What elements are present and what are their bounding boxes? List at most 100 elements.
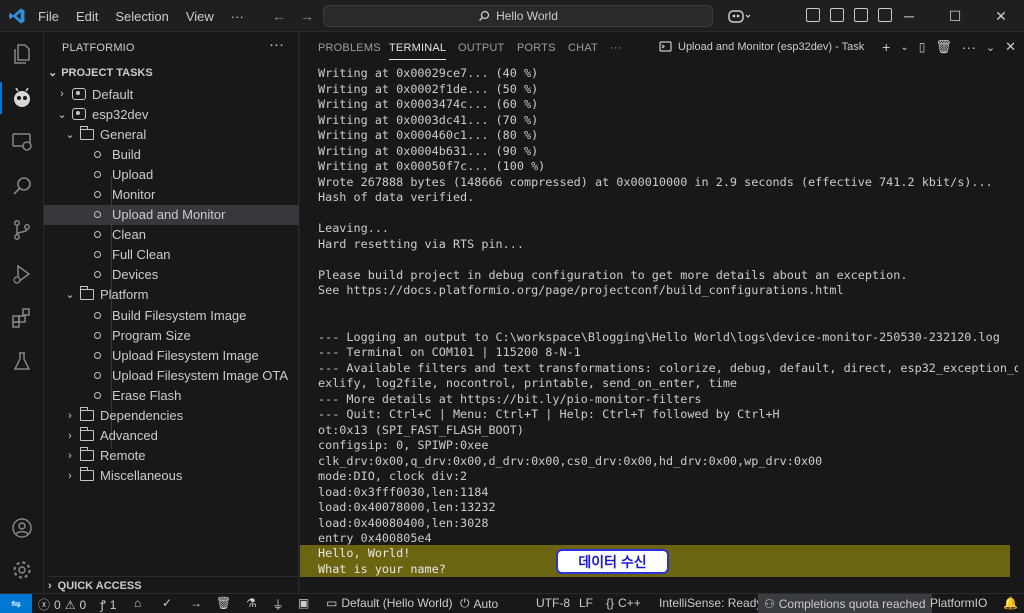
forward-arrow-icon[interactable]: → (300, 8, 314, 24)
source-control-icon[interactable] (0, 210, 44, 250)
project-tasks-header[interactable]: ⌄ PROJECT TASKS (48, 66, 153, 80)
language-selector[interactable]: {} C++ (606, 596, 641, 610)
env-selector[interactable]: ▭ Default (Hello World) (326, 596, 453, 610)
explorer-icon[interactable] (0, 34, 44, 74)
tab-terminal[interactable]: TERMINAL (389, 42, 447, 60)
command-center-search[interactable]: Hello World (323, 5, 713, 27)
quick-access-header[interactable]: › QUICK ACCESS (48, 576, 298, 593)
pio-monitor-icon[interactable]: ⏚ (272, 596, 284, 613)
run-debug-icon[interactable] (0, 254, 44, 294)
platformio-icon[interactable] (0, 78, 44, 118)
folder-item[interactable]: › Dependencies (44, 406, 299, 426)
copilot-icon[interactable] (726, 7, 752, 28)
task-item[interactable]: Build (44, 144, 299, 164)
circle-icon (94, 391, 101, 399)
tree-item-label: Default (92, 86, 134, 102)
folder-item[interactable]: ⌄ General (44, 124, 299, 144)
problems-status[interactable]: ⓧ 0 ⚠ 0 (38, 596, 86, 613)
port-selector[interactable]: ⏻ Auto (460, 596, 498, 611)
search-icon[interactable] (0, 166, 44, 206)
tab-output[interactable]: OUTPUT (458, 42, 504, 54)
pio-home-icon[interactable]: ⌂ (134, 596, 141, 610)
trash-icon[interactable]: 🗑 (935, 39, 952, 55)
task-item[interactable]: Upload (44, 164, 299, 184)
minimize-icon[interactable]: ─ (886, 0, 932, 32)
tab-ports[interactable]: PORTS (517, 42, 556, 54)
tree-item-label: General (100, 126, 147, 142)
encoding-selector[interactable]: UTF-8 (536, 596, 570, 610)
terminal-line: Writing at 0x0002f1de... (50 %) (318, 81, 539, 96)
notifications-bell-icon[interactable]: 🔔 (1003, 596, 1018, 610)
ports-icon: ꝭ (100, 598, 106, 612)
ports-status[interactable]: ꝭ1 (100, 596, 116, 613)
platformio-status[interactable]: PlatformIO (930, 596, 987, 610)
braces-icon: {} (606, 596, 615, 610)
pio-test-icon[interactable]: ⚗ (246, 596, 257, 610)
folder-item[interactable]: ⌄ Platform (44, 285, 299, 305)
task-item[interactable]: Upload Filesystem Image OTA (44, 365, 299, 385)
pio-terminal-icon[interactable]: ▣ (298, 596, 309, 610)
intellisense-status[interactable]: IntelliSense: Ready (659, 596, 762, 610)
task-item[interactable]: Build Filesystem Image (44, 305, 299, 325)
folder-item[interactable]: › Remote (44, 446, 299, 466)
chevron-down-icon[interactable]: ⌄ (900, 42, 908, 53)
remote-indicator-icon[interactable]: ⇋ (0, 594, 32, 613)
back-arrow-icon[interactable]: ← (272, 8, 286, 24)
env-item[interactable]: ⌄ esp32dev (44, 104, 299, 124)
circle-icon (94, 191, 101, 199)
pio-clean-icon[interactable]: 🗑 (216, 596, 231, 610)
tab-chat[interactable]: CHAT (568, 42, 598, 54)
task-item[interactable]: Monitor (44, 184, 299, 204)
terminal-task-selector[interactable]: Upload and Monitor (esp32dev) - Task (659, 40, 864, 53)
task-item[interactable]: Devices (44, 265, 299, 285)
chevron-down-icon: ⌄ (65, 289, 75, 302)
terminal-output[interactable]: Writing at 0x00029ce7... (40 %) Writing a… (318, 66, 1018, 547)
settings-gear-icon[interactable] (0, 550, 44, 590)
panel-actions: + ⌄ ▯ 🗑 ··· ⌄ ✕ (882, 39, 1016, 55)
task-item[interactable]: Full Clean (44, 245, 299, 265)
terminal-line: ot:0x13 (SPI_FAST_FLASH_BOOT) (318, 422, 524, 437)
toggle-primary-sidebar-icon[interactable] (806, 8, 820, 22)
menu-view[interactable]: View (186, 9, 223, 24)
panel-more-icon[interactable]: ··· (610, 42, 622, 54)
folder-item[interactable]: › Advanced (44, 426, 299, 446)
menu-selection[interactable]: Selection (115, 9, 177, 24)
quota-label: Completions quota reached (778, 597, 926, 611)
task-item[interactable]: Clean (44, 225, 299, 245)
pio-upload-icon[interactable]: → (190, 596, 202, 610)
received-data-lines: Hello, World! What is your name? (318, 546, 446, 577)
menu-more[interactable]: ··· (231, 9, 253, 24)
data-received-annotation: 데이터 수신 (556, 549, 669, 574)
task-item[interactable]: Upload and Monitor (44, 204, 299, 225)
chevron-right-icon: › (60, 88, 64, 101)
account-icon[interactable] (0, 508, 44, 548)
collapse-panel-icon[interactable]: ⌄ (986, 41, 995, 54)
pio-build-icon[interactable]: ✓ (162, 596, 172, 610)
task-item[interactable]: Erase Flash (44, 385, 299, 405)
extensions-icon[interactable] (0, 298, 44, 338)
tree-item-label: Build (112, 146, 141, 162)
menu-file[interactable]: File (38, 9, 68, 24)
toggle-secondary-sidebar-icon[interactable] (854, 8, 868, 22)
testing-flask-icon[interactable] (0, 342, 44, 382)
remote-explorer-icon[interactable] (0, 122, 44, 162)
copilot-quota-status[interactable]: ⚇ Completions quota reached (758, 594, 932, 613)
more-actions-icon[interactable]: ··· (962, 39, 976, 55)
eol-selector[interactable]: LF (579, 596, 593, 610)
close-panel-icon[interactable]: ✕ (1005, 39, 1016, 55)
maximize-icon[interactable]: ☐ (932, 0, 978, 32)
tab-problems[interactable]: PROBLEMS (318, 42, 381, 54)
tree-item-label: Miscellaneous (100, 468, 183, 484)
terminal-line: exlify, log2file, nocontrol, printable, … (318, 376, 738, 390)
task-item[interactable]: Upload Filesystem Image (44, 345, 299, 365)
sidebar-more-icon[interactable]: ··· (269, 36, 284, 53)
env-item[interactable]: › Default (44, 84, 299, 104)
split-terminal-icon[interactable]: ▯ (919, 40, 926, 54)
menu-edit[interactable]: Edit (76, 9, 107, 24)
close-icon[interactable]: ✕ (978, 0, 1024, 32)
new-terminal-icon[interactable]: + (882, 39, 890, 55)
task-item[interactable]: Program Size (44, 325, 299, 345)
tree-item-label: Devices (112, 267, 159, 283)
toggle-panel-icon[interactable] (830, 8, 844, 22)
folder-item[interactable]: › Miscellaneous (44, 466, 299, 486)
